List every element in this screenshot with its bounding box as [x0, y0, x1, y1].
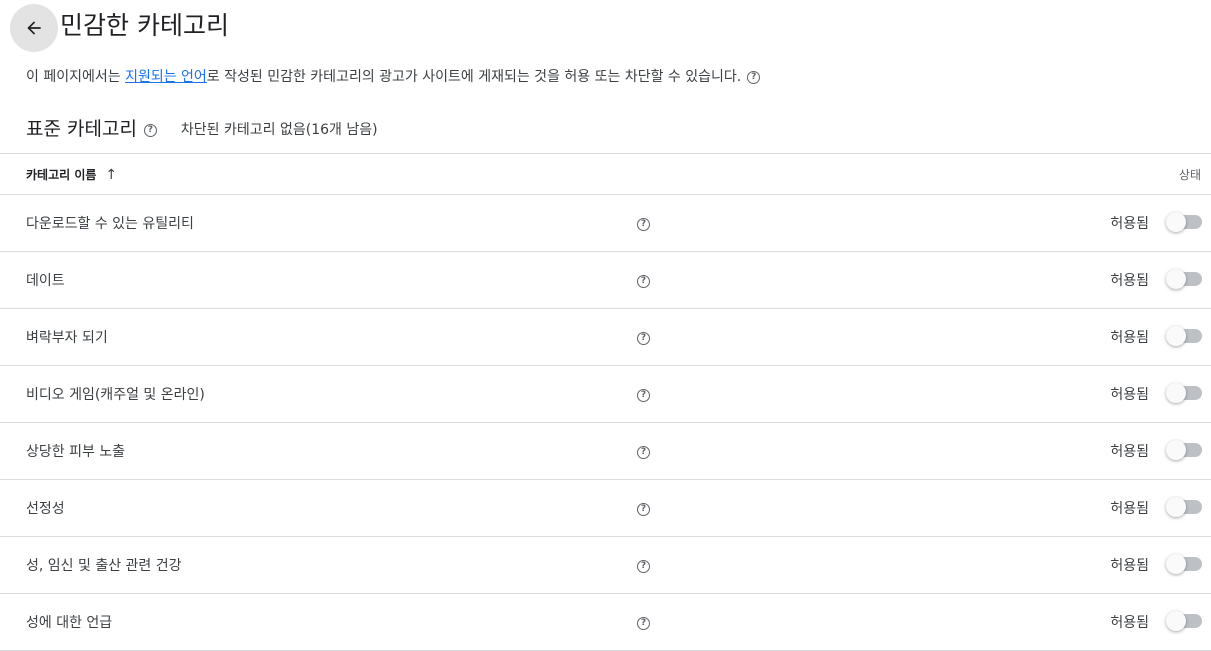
table-row: 벼락부자 되기? 허용됨 — [0, 309, 1211, 366]
page-description: 이 페이지에서는 지원되는 언어 로 작성된 민감한 카테고리의 광고가 사이트… — [26, 66, 761, 88]
block-toggle[interactable] — [1166, 554, 1202, 574]
category-status: 허용됨 — [1110, 444, 1149, 460]
section-header: 표준 카테고리 ? 차단된 카테고리 없음(16개 남음) — [26, 116, 378, 142]
table-row: 성에 대한 언급? 허용됨 — [0, 594, 1211, 651]
block-toggle[interactable] — [1166, 326, 1202, 346]
table-header: 카테고리 이름 ↑ 상태 — [0, 154, 1211, 195]
block-toggle[interactable] — [1166, 611, 1202, 631]
table-row: 다운로드할 수 있는 유틸리티? 허용됨 — [0, 195, 1211, 252]
help-icon[interactable]: ? — [637, 446, 650, 459]
arrow-back-icon — [27, 21, 41, 35]
category-name: 선정성 — [26, 501, 65, 517]
category-name: 성, 임신 및 출산 관련 건강 — [26, 558, 182, 574]
block-toggle[interactable] — [1166, 212, 1202, 232]
column-header-status: 상태 — [1178, 168, 1201, 182]
toggle-thumb — [1166, 440, 1186, 460]
back-button[interactable] — [10, 4, 58, 52]
category-name: 상당한 피부 노출 — [26, 444, 126, 460]
category-status: 허용됨 — [1110, 501, 1149, 517]
description-text-end: 로 작성된 민감한 카테고리의 광고가 사이트에 게재되는 것을 허용 또는 차… — [206, 69, 742, 85]
table-row: 상당한 피부 노출? 허용됨 — [0, 423, 1211, 480]
column-header-label: 카테고리 이름 — [26, 168, 97, 182]
help-icon[interactable]: ? — [637, 560, 650, 573]
help-icon[interactable]: ? — [637, 332, 650, 345]
category-status: 허용됨 — [1110, 273, 1149, 289]
help-icon[interactable]: ? — [637, 389, 650, 402]
block-toggle[interactable] — [1166, 383, 1202, 403]
category-status: 허용됨 — [1110, 558, 1149, 574]
help-icon[interactable]: ? — [747, 70, 761, 84]
block-toggle[interactable] — [1166, 497, 1202, 517]
category-status: 허용됨 — [1110, 387, 1149, 403]
column-header-category-name[interactable]: 카테고리 이름 ↑ — [26, 166, 117, 183]
category-status: 허용됨 — [1110, 615, 1149, 631]
block-toggle[interactable] — [1166, 440, 1202, 460]
toggle-thumb — [1166, 554, 1186, 574]
toggle-thumb — [1166, 212, 1186, 232]
table-body: 다운로드할 수 있는 유틸리티? 허용됨 데이트? 허용됨 벼락부자 되기? 허용됨 비디오… — [0, 195, 1211, 651]
block-toggle[interactable] — [1166, 269, 1202, 289]
help-icon[interactable]: ? — [637, 275, 650, 288]
toggle-thumb — [1166, 497, 1186, 517]
category-name: 벼락부자 되기 — [26, 330, 108, 346]
toggle-thumb — [1166, 383, 1186, 403]
blocked-count-status: 차단된 카테고리 없음(16개 남음) — [180, 122, 378, 138]
category-name: 성에 대한 언급 — [26, 615, 113, 631]
toggle-thumb — [1166, 611, 1186, 631]
table-row: 데이트? 허용됨 — [0, 252, 1211, 309]
description-text-start: 이 페이지에서는 — [26, 69, 126, 85]
category-name: 다운로드할 수 있는 유틸리티 — [26, 216, 194, 232]
table-row: 선정성? 허용됨 — [0, 480, 1211, 537]
help-icon[interactable]: ? — [637, 503, 650, 516]
supported-languages-link[interactable]: 지원되는 언어 — [125, 66, 207, 88]
categories-table: 카테고리 이름 ↑ 상태 다운로드할 수 있는 유틸리티? 허용됨 데이트? 허용됨 벼… — [0, 153, 1211, 651]
page-title: 민감한 카테고리 — [60, 11, 229, 40]
category-status: 허용됨 — [1110, 216, 1149, 232]
page-header: 민감한 카테고리 — [0, 0, 1211, 56]
category-name: 비디오 게임(캐주얼 및 온라인) — [26, 387, 205, 403]
table-row: 비디오 게임(캐주얼 및 온라인)? 허용됨 — [0, 366, 1211, 423]
category-status: 허용됨 — [1110, 330, 1149, 346]
help-icon[interactable]: ? — [637, 617, 650, 630]
toggle-thumb — [1166, 326, 1186, 346]
category-name: 데이트 — [26, 273, 65, 289]
section-title: 표준 카테고리 — [26, 118, 137, 140]
toggle-thumb — [1166, 269, 1186, 289]
help-icon[interactable]: ? — [637, 218, 650, 231]
arrow-up-icon: ↑ — [105, 166, 118, 183]
help-icon[interactable]: ? — [143, 123, 157, 137]
table-row: 성, 임신 및 출산 관련 건강? 허용됨 — [0, 537, 1211, 594]
